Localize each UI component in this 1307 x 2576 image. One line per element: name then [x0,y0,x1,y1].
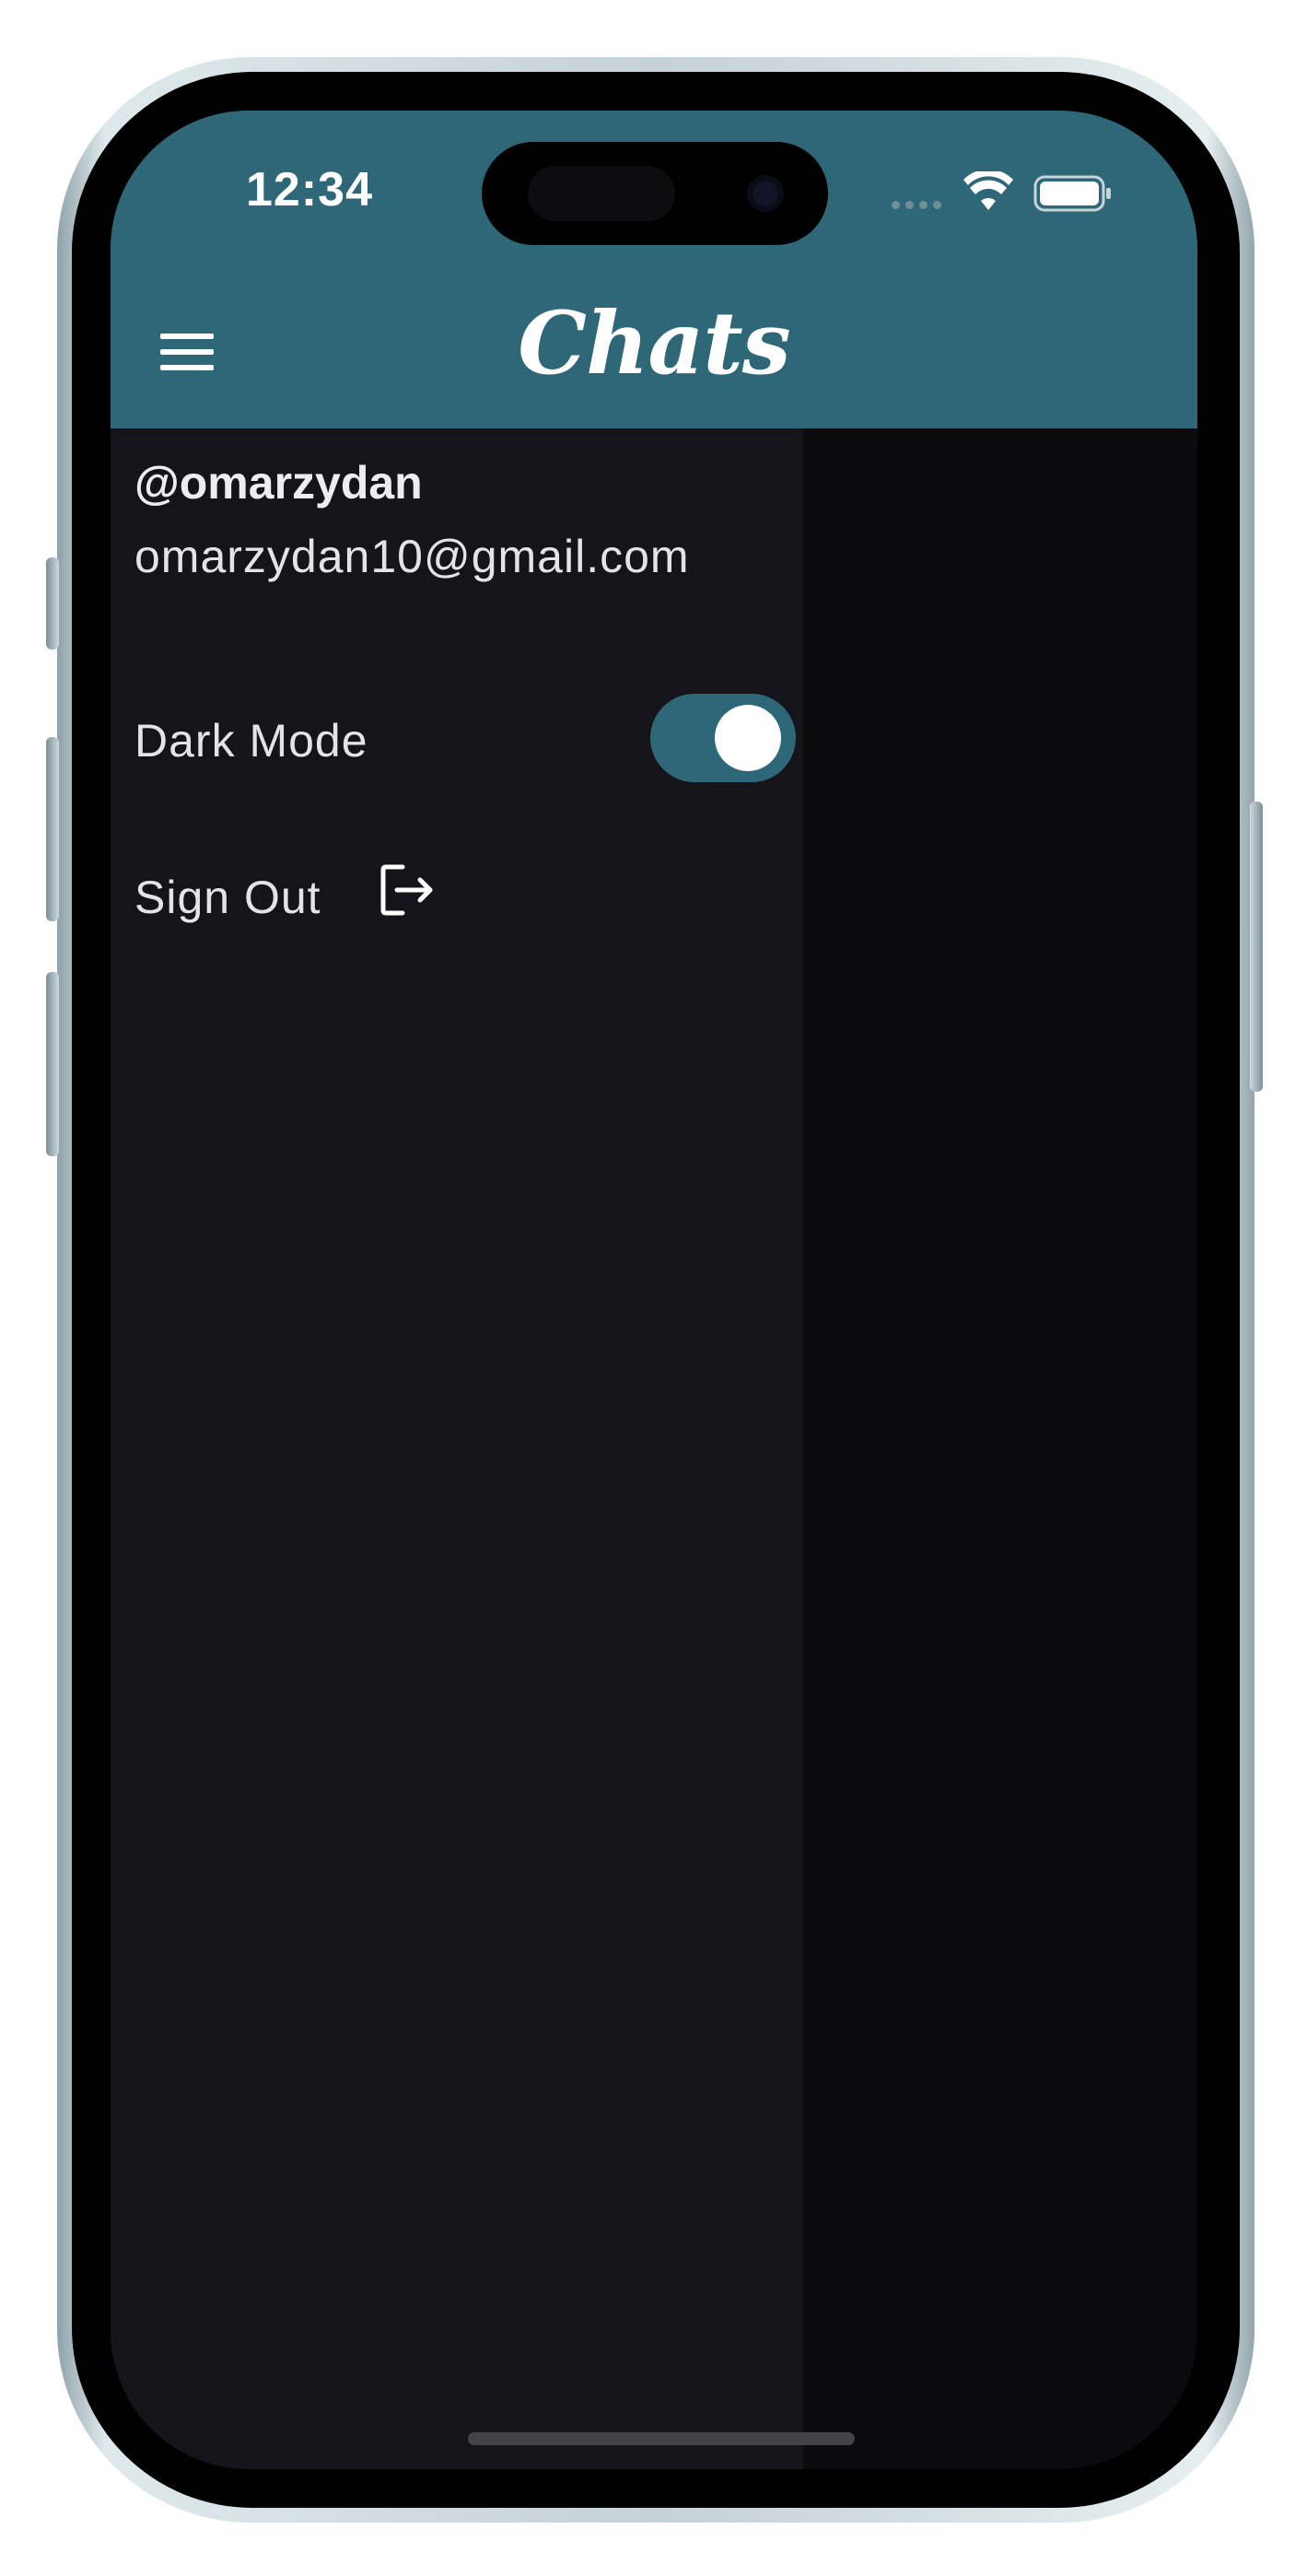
app-bar: 12:34 Chats [111,111,1197,428]
hamburger-menu-icon[interactable] [160,334,214,370]
screen: 12:34 Chats @omarzydan omarzydan10@gmail… [111,111,1197,2469]
sign-out-button[interactable]: Sign Out [134,861,503,935]
dark-mode-toggle[interactable] [650,694,796,782]
wifi-icon [963,171,1013,210]
navigation-drawer: @omarzydan omarzydan10@gmail.com Dark Mo… [111,428,803,2469]
sign-out-label: Sign Out [134,872,321,923]
dynamic-island-sensor [528,166,675,221]
page-title: Chats [518,293,790,394]
username: @omarzydan [134,457,423,509]
volume-down-button [46,972,59,1156]
power-button [1250,802,1263,1092]
action-button [46,557,59,650]
cellular-signal-icon [892,201,941,209]
home-indicator[interactable] [468,2432,855,2445]
status-time: 12:34 [246,163,373,217]
toggle-knob [715,705,781,771]
user-email: omarzydan10@gmail.com [134,531,690,582]
dark-mode-row: Dark Mode [134,694,796,786]
sign-out-icon [380,864,433,916]
dark-mode-label: Dark Mode [134,715,368,767]
battery-icon [1033,175,1111,212]
volume-up-button [46,737,59,921]
front-camera-icon [747,175,784,212]
dynamic-island [482,142,828,245]
